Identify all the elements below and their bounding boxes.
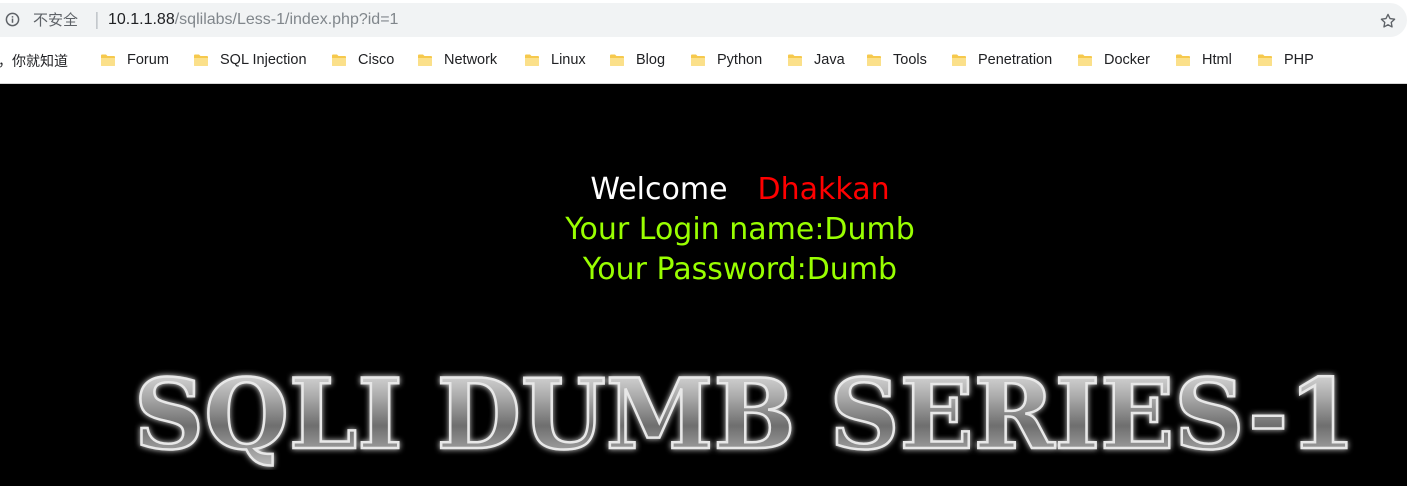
- bookmark-star-icon[interactable]: [1379, 12, 1397, 30]
- bookmark-folder-docker[interactable]: Docker: [1077, 48, 1150, 72]
- bookmarks-bar: ，你就知道 Forum SQL Injection Cisco Network …: [0, 44, 1407, 76]
- user-display-name: Dhakkan: [757, 172, 890, 207]
- folder-icon: [691, 54, 705, 66]
- bookmark-folder-blog[interactable]: Blog: [609, 48, 665, 72]
- folder-icon: [332, 54, 346, 66]
- bookmark-folder-cisco[interactable]: Cisco: [331, 48, 394, 72]
- bookmark-folder-linux[interactable]: Linux: [524, 48, 586, 72]
- bookmark-folder-penetration[interactable]: Penetration: [951, 48, 1052, 72]
- bookmark-label: Tools: [893, 52, 927, 68]
- bookmark-label: PHP: [1284, 52, 1314, 68]
- welcome-text: Welcome: [590, 172, 728, 207]
- bookmark-label: Java: [814, 52, 845, 68]
- bookmark-label: Cisco: [358, 52, 395, 68]
- folder-icon: [1078, 54, 1092, 66]
- url-path: /sqlilabs/Less-1/index.php?id=1: [174, 11, 399, 28]
- folder-icon: [788, 54, 802, 66]
- bookmark-label: Penetration: [978, 52, 1053, 68]
- folder-icon: [1258, 54, 1272, 66]
- bookmark-label: Forum: [127, 52, 169, 68]
- folder-icon: [194, 54, 208, 66]
- banner-text: SQLI DUMB SERIES-1: [134, 362, 1356, 470]
- bookmark-folder-html[interactable]: Html: [1175, 48, 1232, 72]
- series-banner-image: SQLI DUMB SERIES-1: [133, 362, 1358, 470]
- info-icon[interactable]: [5, 12, 20, 27]
- bookmark-label: Python: [717, 52, 763, 68]
- bookmark-label: Docker: [1104, 52, 1150, 68]
- page-content: Welcome Dhakkan Your Login name:Dumb Your…: [0, 84, 1407, 486]
- login-name-line: Your Login name:Dumb: [565, 212, 915, 247]
- folder-icon: [525, 54, 539, 66]
- folder-icon: [1176, 54, 1190, 66]
- url-host: 10.1.1.88: [108, 11, 175, 28]
- bookmark-folder-network[interactable]: Network: [417, 48, 497, 72]
- welcome-line: Welcome Dhakkan: [0, 170, 1407, 210]
- bookmark-folder-forum[interactable]: Forum: [100, 48, 169, 72]
- bookmark-folder-java[interactable]: Java: [787, 48, 845, 72]
- folder-icon: [418, 54, 432, 66]
- folder-icon: [101, 54, 115, 66]
- url-text[interactable]: 10.1.1.88/sqlilabs/Less-1/index.php?id=1: [108, 11, 398, 29]
- address-separator: |: [94, 10, 100, 30]
- bookmark-folder-python[interactable]: Python: [690, 48, 762, 72]
- folder-icon: [610, 54, 624, 66]
- security-status-label[interactable]: 不安全: [33, 11, 78, 29]
- bookmark-folder-sql-injection[interactable]: SQL Injection: [193, 48, 307, 72]
- bookmark-label: Linux: [551, 52, 586, 68]
- browser-chrome: 不安全 | 10.1.1.88/sqlilabs/Less-1/index.ph…: [0, 0, 1407, 84]
- password-line: Your Password:Dumb: [582, 252, 898, 287]
- bookmark-folder-php[interactable]: PHP: [1257, 48, 1314, 72]
- bookmark-label: SQL Injection: [220, 52, 307, 68]
- bookmark-label: Network: [444, 52, 498, 68]
- bookmark-folder-tools[interactable]: Tools: [866, 48, 927, 72]
- bookmark-label: Blog: [636, 52, 666, 68]
- address-bar[interactable]: 不安全 | 10.1.1.88/sqlilabs/Less-1/index.ph…: [0, 3, 1407, 37]
- folder-icon: [867, 54, 881, 66]
- folder-icon: [952, 54, 966, 66]
- bookmark-truncated-item[interactable]: ，你就知道: [0, 51, 68, 71]
- bookmark-label: Html: [1202, 52, 1232, 68]
